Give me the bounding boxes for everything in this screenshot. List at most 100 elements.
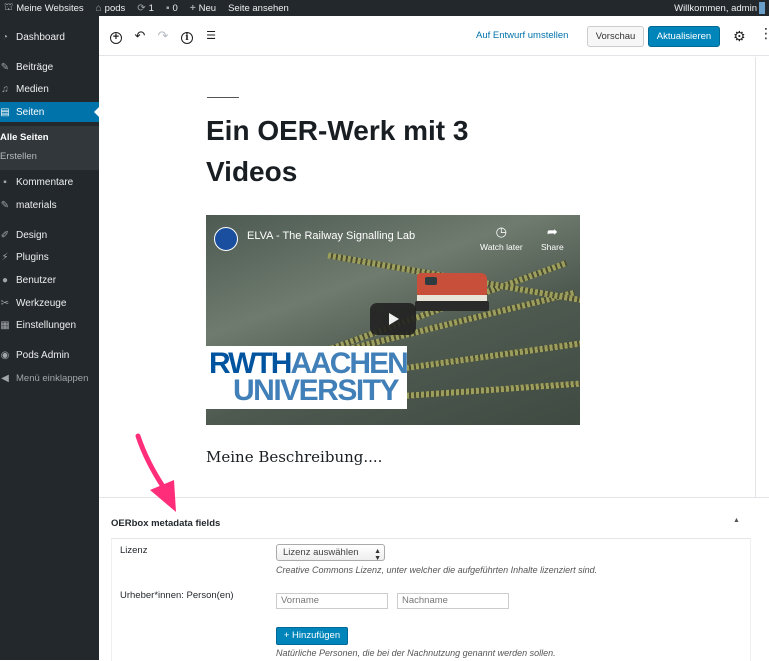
play-button[interactable]	[370, 303, 416, 335]
pages-icon: ▤	[0, 106, 10, 118]
comments-menu[interactable]: ▪ 0	[160, 0, 184, 16]
media-icon: ♫	[1, 83, 9, 95]
sidebar-item-media[interactable]: ♫ Medien	[0, 79, 99, 99]
share-label: Share	[541, 242, 564, 252]
more-options-icon[interactable]: ⋮	[759, 26, 769, 40]
user-icon: ●	[1, 274, 9, 286]
view-site-link[interactable]: Seite ansehen	[228, 3, 289, 14]
logo-line-1: RWTHAACHEN	[209, 349, 409, 379]
video-title[interactable]: ELVA - The Railway Signalling Lab	[247, 230, 415, 242]
sidebar-item-label: Dashboard	[16, 31, 65, 43]
sidebar-item-design[interactable]: ✐ Design	[0, 225, 99, 245]
license-help-text: Creative Commons Lizenz, unter welcher d…	[276, 565, 598, 575]
sidebar-item-label: Seiten	[16, 106, 45, 118]
gear-icon[interactable]: ⚙	[733, 28, 746, 45]
sidebar-item-label: Einstellungen	[16, 319, 77, 331]
pods-icon: ◉	[0, 349, 10, 361]
metabox-title[interactable]: OERbox metadata fields	[111, 518, 220, 529]
avatar[interactable]	[759, 2, 765, 14]
admin-bar: ⛫ Meine Websites ⌂ pods ⟳ 1 ▪ 0 + Neu Se…	[0, 0, 769, 16]
license-label: Lizenz	[120, 545, 148, 556]
share-button[interactable]: ➦ Share	[541, 224, 564, 252]
channel-logo[interactable]	[214, 227, 238, 251]
select-arrows-icon: ▲ ▼	[374, 548, 381, 562]
author-label: Urheber*innen: Person(en)	[120, 590, 234, 601]
sidebar-item-pages[interactable]: ▤ Seiten	[0, 102, 99, 122]
post-title[interactable]: Ein OER-Werk mit 3 Videos	[206, 110, 526, 192]
brush-icon: ✐	[0, 229, 10, 241]
sidebar-item-label: materials	[16, 199, 57, 211]
sidebar-item-label: Kommentare	[16, 176, 74, 188]
clock-icon: ◷	[495, 224, 507, 239]
sidebar-item-label: Menü einklappen	[16, 372, 89, 384]
sidebar-item-plugins[interactable]: ⚡ Plugins	[0, 247, 99, 267]
sidebar-item-pods-admin[interactable]: ◉ Pods Admin	[0, 345, 99, 365]
welcome-text[interactable]: Willkommen, admin	[674, 3, 757, 14]
train-body	[417, 273, 487, 295]
editor-toolbar: + ↶ ↷ i ☰ Auf Entwurf umstellen Vorschau…	[99, 16, 769, 56]
new-link[interactable]: Neu	[199, 3, 216, 14]
updates-menu[interactable]: ⟳ 1	[131, 0, 160, 16]
submenu-all-pages[interactable]: Alle Seiten	[0, 132, 49, 143]
collapse-toggle-icon[interactable]: ▲	[733, 517, 740, 524]
pin-icon: ✎	[0, 61, 10, 73]
collapse-menu-button[interactable]: ◀ Menü einklappen	[0, 368, 99, 388]
plus-icon: +	[189, 2, 196, 14]
train-image	[411, 273, 491, 315]
watch-later-label: Watch later	[480, 242, 523, 252]
video-embed[interactable]: ELVA - The Railway Signalling Lab ◷ Watc…	[206, 215, 580, 425]
watch-later-button[interactable]: ◷ Watch later	[480, 224, 523, 252]
updates-icon: ⟳	[137, 2, 146, 14]
sidebar-item-label: Beiträge	[16, 61, 54, 73]
submenu-create[interactable]: Erstellen	[0, 151, 37, 162]
plugin-icon: ⚡	[1, 251, 9, 263]
pin-icon: ✎	[0, 199, 10, 211]
sidebar-item-materials[interactable]: ✎ materials	[0, 195, 99, 215]
info-icon[interactable]: i	[179, 28, 195, 44]
undo-icon[interactable]: ↶	[132, 28, 148, 44]
add-person-button[interactable]: + Hinzufügen	[276, 627, 348, 645]
new-content-menu[interactable]: + Neu	[184, 0, 222, 16]
lastname-input[interactable]: Nachname	[397, 593, 509, 609]
comments-count: 0	[172, 2, 178, 14]
firstname-input[interactable]: Vorname	[276, 593, 388, 609]
logo-university: UNIVERSITY	[233, 374, 400, 407]
settings-icon: ▦	[0, 319, 10, 331]
update-button[interactable]: Aktualisieren	[648, 26, 720, 47]
sidebar-item-posts[interactable]: ✎ Beiträge	[0, 57, 99, 77]
license-select-value: Lizenz auswählen	[283, 547, 359, 558]
train-chassis	[415, 301, 489, 311]
pages-submenu: Alle Seiten Erstellen	[0, 126, 99, 170]
redo-icon[interactable]: ↷	[155, 28, 171, 44]
oerbox-metabox: OERbox metadata fields ▲	[99, 497, 769, 661]
sidebar-item-dashboard[interactable]: ◔ Dashboard	[0, 27, 99, 47]
annotation-arrow-icon	[135, 433, 176, 512]
author-help-text: Natürliche Personen, die bei der Nachnut…	[276, 648, 556, 658]
wp-logo-menu[interactable]: ⛫ Meine Websites	[0, 0, 90, 16]
add-block-icon[interactable]: +	[108, 28, 124, 44]
title-separator	[207, 97, 239, 98]
switch-to-draft-link[interactable]: Auf Entwurf umstellen	[476, 30, 568, 41]
site-name-link[interactable]: pods	[105, 3, 126, 14]
admin-sidebar: ◔ Dashboard ✎ Beiträge ♫ Medien ▤ Seiten…	[0, 16, 99, 660]
updates-count: 1	[148, 2, 154, 14]
post-description[interactable]: Meine Beschreibung....	[206, 448, 382, 466]
sidebar-item-settings[interactable]: ▦ Einstellungen	[0, 315, 99, 335]
my-sites-link[interactable]: Meine Websites	[16, 3, 83, 14]
sidebar-item-label: Design	[16, 229, 48, 241]
my-account-menu[interactable]: Willkommen, admin	[674, 0, 769, 16]
sidebar-item-label: Plugins	[16, 251, 49, 263]
block-navigation-icon[interactable]: ☰	[203, 28, 219, 44]
site-name-menu[interactable]: ⌂ pods	[90, 0, 132, 16]
sidebar-item-comments[interactable]: ▪ Kommentare	[0, 172, 99, 192]
sidebar-item-label: Werkzeuge	[16, 297, 67, 309]
sidebar-item-users[interactable]: ● Benutzer	[0, 270, 99, 290]
canvas-divider	[755, 57, 756, 500]
license-select[interactable]: Lizenz auswählen ▲ ▼	[276, 544, 385, 562]
home-icon: ⌂	[95, 2, 102, 14]
sidebar-item-tools[interactable]: ✂ Werkzeuge	[0, 293, 99, 313]
preview-button[interactable]: Vorschau	[587, 26, 644, 47]
view-site-menu[interactable]: Seite ansehen	[222, 0, 295, 16]
train-window	[425, 277, 437, 285]
wrench-icon: ✂	[0, 297, 10, 309]
